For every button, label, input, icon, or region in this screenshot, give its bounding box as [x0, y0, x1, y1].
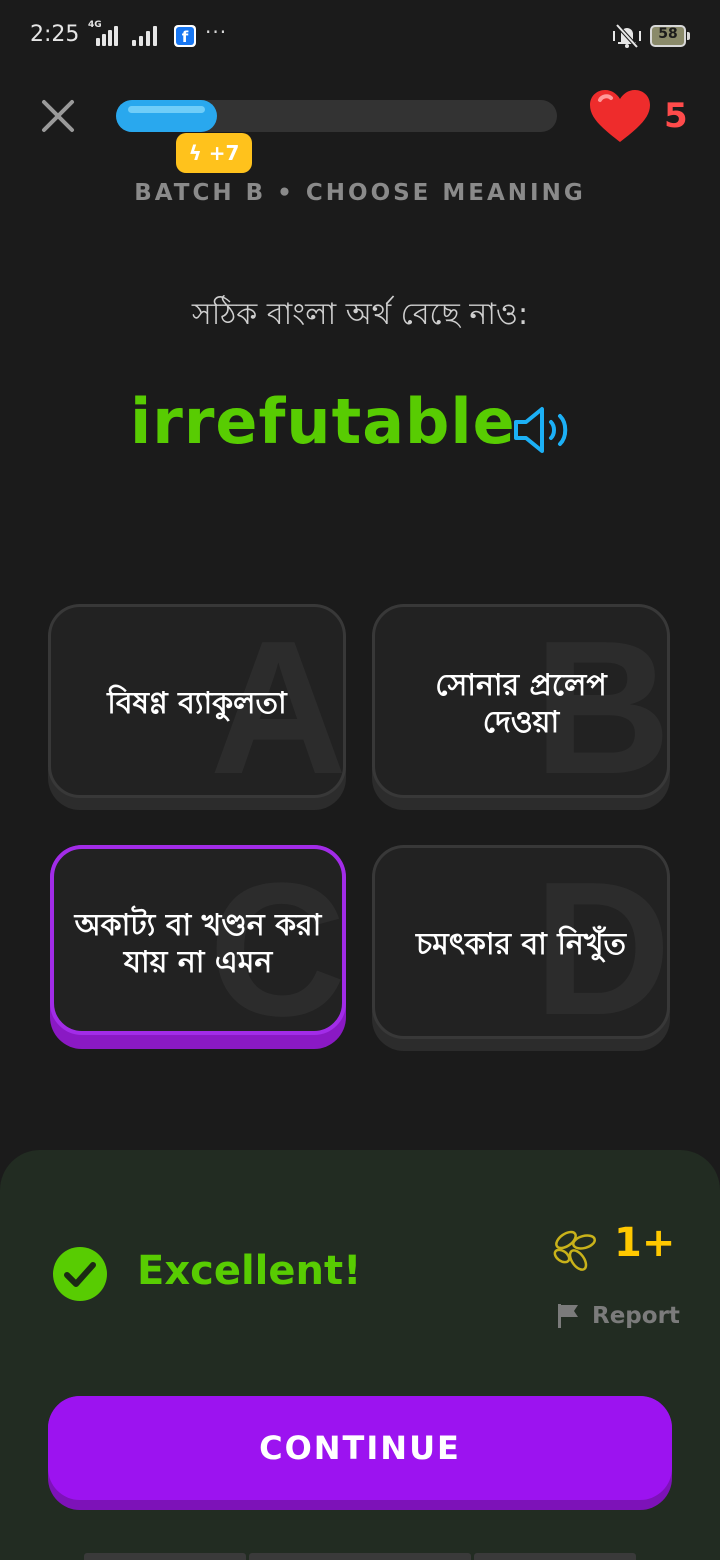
xp-gain-badge: ϟ +7 — [176, 133, 252, 173]
xp-gain-value: +7 — [208, 141, 240, 165]
target-word: irrefutable — [130, 385, 516, 458]
option-b[interactable]: B সোনার প্রলেপ দেওয়া — [372, 604, 670, 810]
more-notifications-icon: ··· — [205, 20, 228, 44]
option-a-text: বিষণ্ণ ব্যাকুলতা — [107, 686, 287, 722]
question-instruction: সঠিক বাংলা অর্থ বেছে নাও: — [191, 297, 529, 332]
check-circle-icon — [53, 1247, 107, 1301]
battery-icon: 58 — [650, 25, 690, 47]
seeds-icon — [553, 1230, 596, 1271]
reward-count: 1+ — [614, 1220, 676, 1266]
option-a[interactable]: A বিষণ্ণ ব্যাকুলতা — [48, 604, 346, 810]
option-b-text: সোনার প্রলেপ দেওয়া — [435, 667, 607, 741]
vibrate-mute-icon — [613, 23, 641, 49]
option-c-selected[interactable]: C অকাট্য বা খণ্ডন করা যায় না এমন — [50, 845, 346, 1049]
close-lesson-button[interactable] — [36, 94, 80, 138]
option-d-text: চমৎকার বা নিখুঁত — [415, 927, 627, 963]
heart-icon — [590, 90, 650, 142]
report-label: Report — [592, 1303, 680, 1329]
mobile-signal-4g-icon: 4G — [88, 20, 124, 46]
result-title: Excellent! — [137, 1248, 362, 1294]
lesson-progress-bar — [116, 100, 557, 132]
flag-icon — [558, 1304, 578, 1328]
option-d[interactable]: D চমৎকার বা নিখুঁত — [372, 845, 670, 1051]
lesson-progress-fill — [116, 100, 218, 132]
battery-level: 58 — [658, 26, 678, 42]
lightning-icon: ϟ — [188, 141, 202, 165]
facebook-icon: f — [174, 25, 196, 47]
option-c-text: অকাট্য বা খণ্ডন করা যায় না এমন — [74, 907, 322, 981]
mobile-signal-icon — [132, 26, 162, 46]
continue-label: CONTINUE — [48, 1396, 672, 1500]
continue-button[interactable]: CONTINUE — [48, 1396, 672, 1510]
report-button[interactable]: Report — [556, 1300, 680, 1332]
status-time: 2:25 — [30, 22, 80, 47]
network-type-label: 4G — [88, 20, 102, 30]
status-bar: 2:25 4G f ··· 58 — [0, 0, 720, 72]
hearts-count: 5 — [664, 96, 688, 136]
exercise-type-label: BATCH B • CHOOSE MEANING — [134, 180, 586, 206]
bottom-keyboard-hint — [84, 1553, 636, 1560]
speaker-icon[interactable] — [510, 404, 574, 456]
